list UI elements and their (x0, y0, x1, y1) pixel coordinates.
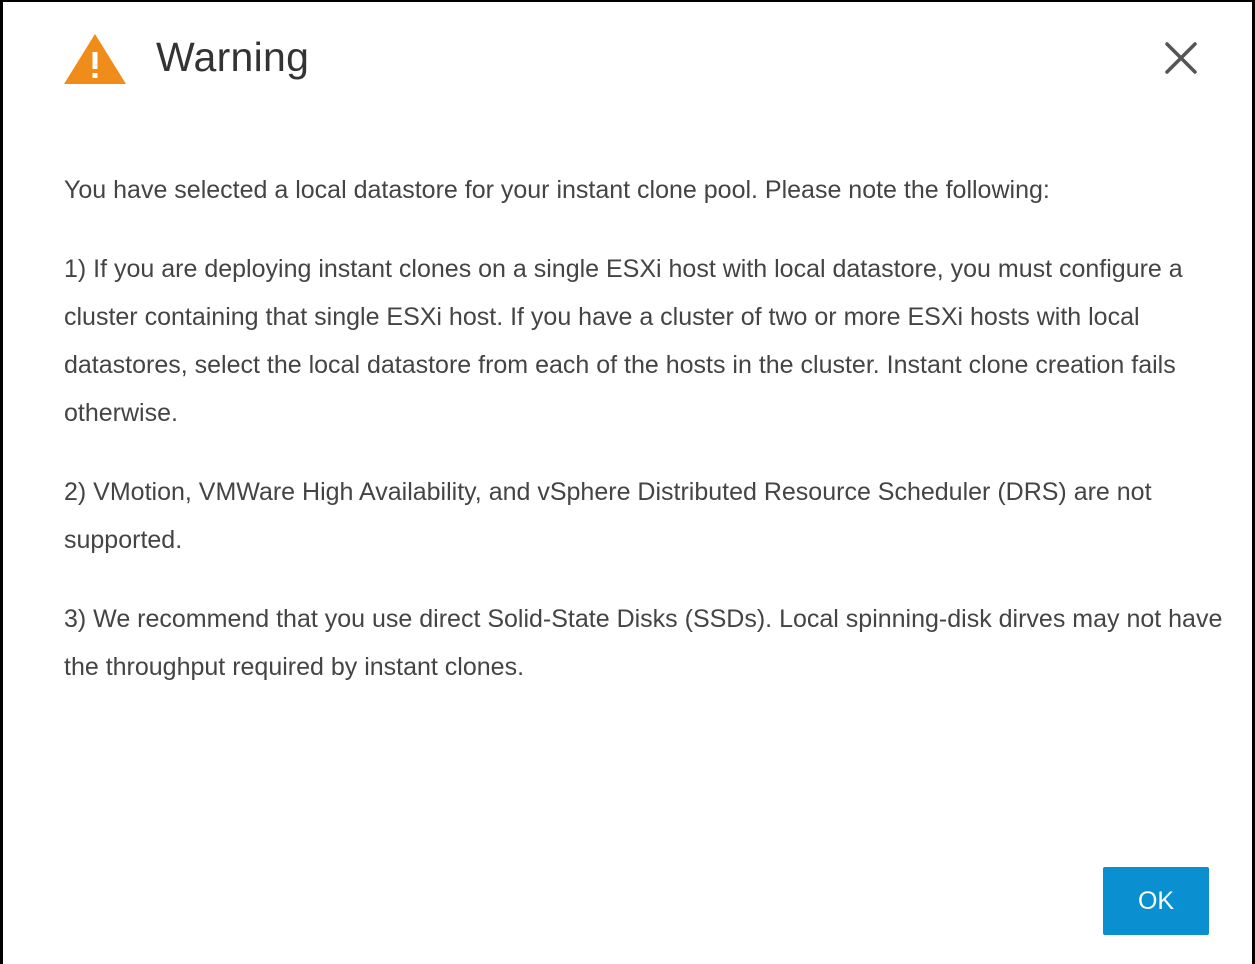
dialog-footer: OK (1103, 867, 1209, 935)
message-intro: You have selected a local datastore for … (64, 176, 1050, 204)
ok-button[interactable]: OK (1103, 867, 1209, 935)
message-item-2: 2) VMotion, VMWare High Availability, an… (64, 478, 1152, 554)
close-icon[interactable] (1161, 38, 1201, 78)
dialog-header: Warning (3, 2, 1252, 102)
warning-triangle-icon (64, 34, 126, 84)
message-item-3: 3) We recommend that you use direct Soli… (64, 605, 1223, 681)
warning-dialog: Warning You have selected a local datast… (0, 0, 1255, 964)
message-item-1: 1) If you are deploying instant clones o… (64, 255, 1183, 427)
dialog-message: You have selected a local datastore for … (64, 166, 1229, 722)
dialog-title: Warning (156, 34, 310, 80)
